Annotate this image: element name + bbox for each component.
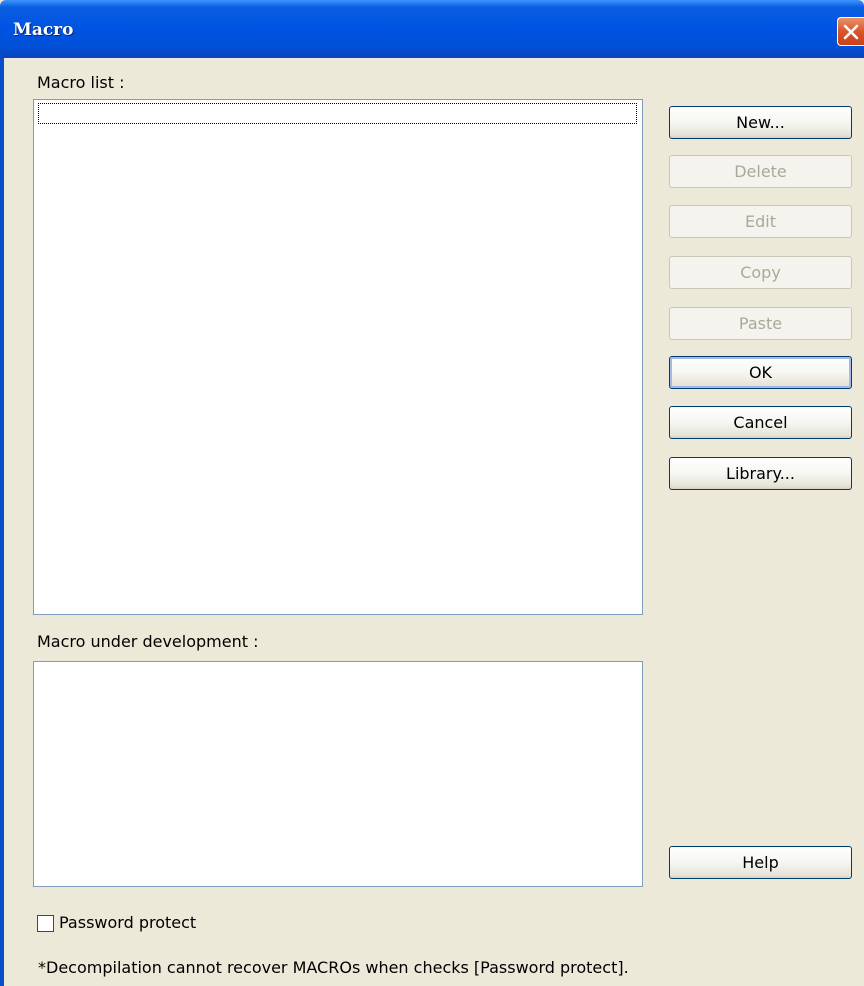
macro-under-development-label: Macro under development : xyxy=(37,632,259,651)
library-button[interactable]: Library... xyxy=(669,457,852,490)
new-button[interactable]: New... xyxy=(669,106,852,139)
focus-rectangle xyxy=(38,103,637,124)
edit-button[interactable]: Edit xyxy=(669,205,852,238)
help-button[interactable]: Help xyxy=(669,846,852,879)
decompilation-note: *Decompilation cannot recover MACROs whe… xyxy=(38,958,629,977)
window-title: Macro xyxy=(13,20,74,40)
cancel-button[interactable]: Cancel xyxy=(669,406,852,439)
ok-button[interactable]: OK xyxy=(669,356,852,389)
paste-button[interactable]: Paste xyxy=(669,307,852,340)
delete-button[interactable]: Delete xyxy=(669,155,852,188)
title-bar[interactable]: Macro xyxy=(0,0,864,58)
macro-list[interactable] xyxy=(33,99,643,615)
macro-list-label: Macro list : xyxy=(37,73,125,92)
password-protect-label[interactable]: Password protect xyxy=(59,913,196,932)
password-protect-checkbox[interactable] xyxy=(37,915,54,932)
macro-under-development-box[interactable] xyxy=(33,661,643,887)
copy-button[interactable]: Copy xyxy=(669,256,852,289)
close-icon xyxy=(843,24,859,40)
close-button[interactable] xyxy=(837,17,864,46)
